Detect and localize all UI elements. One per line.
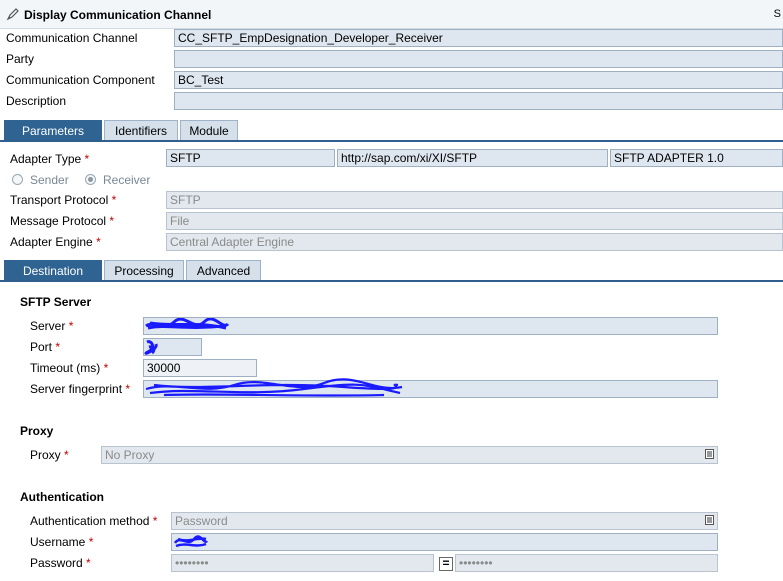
adapter-type-label: Adapter Type * [10, 152, 90, 166]
port-label: Port * [30, 340, 61, 354]
tab-parameters[interactable]: Parameters [4, 120, 102, 140]
receiver-label: Receiver [103, 173, 151, 187]
channel-field[interactable]: CC_SFTP_EmpDesignation_Developer_Receive… [174, 29, 783, 47]
edit-channel-icon [6, 8, 19, 21]
receiver-radio[interactable] [85, 174, 96, 185]
auth-heading: Authentication [20, 490, 104, 504]
transport-field[interactable]: SFTP [166, 191, 783, 209]
sub-tabstrip-line [0, 280, 783, 282]
dropdown-icon[interactable] [705, 515, 714, 525]
fingerprint-label: Server fingerprint * [30, 382, 131, 396]
dropdown-icon[interactable] [705, 449, 714, 459]
engine-field[interactable]: Central Adapter Engine [166, 233, 783, 251]
message-label: Message Protocol * [10, 214, 115, 228]
username-label: Username * [30, 535, 94, 549]
proxy-label: Proxy * [30, 448, 69, 462]
timeout-field[interactable]: 30000 [143, 359, 257, 377]
password-label: Password * [30, 556, 91, 570]
component-label: Communication Component [6, 73, 155, 87]
proxy-select[interactable]: No Proxy [101, 446, 718, 464]
sftp-heading: SFTP Server [20, 295, 92, 309]
component-field[interactable]: BC_Test [174, 71, 783, 89]
corner-letter: S [773, 8, 781, 20]
proxy-heading: Proxy [20, 424, 54, 438]
channel-label: Communication Channel [6, 31, 138, 45]
page-title: Display Communication Channel [24, 8, 212, 22]
proxy-select-value: No Proxy [105, 448, 155, 462]
sender-radio[interactable] [12, 174, 23, 185]
adapter-version-field[interactable]: SFTP ADAPTER 1.0 [610, 149, 783, 167]
tab-advanced[interactable]: Advanced [186, 260, 261, 280]
auth-method-select[interactable]: Password [171, 512, 718, 530]
description-label: Description [6, 94, 67, 108]
password-field[interactable]: •••••••• [171, 554, 434, 572]
party-field[interactable] [174, 50, 783, 68]
password-confirm-field[interactable]: •••••••• [455, 554, 718, 572]
description-field[interactable] [174, 92, 783, 110]
main-tabstrip-line [0, 140, 783, 142]
username-field[interactable] [171, 533, 718, 551]
message-field[interactable]: File [166, 212, 783, 230]
adapter-namespace-field[interactable]: http://sap.com/xi/XI/SFTP [337, 149, 608, 167]
tab-identifiers[interactable]: Identifiers [104, 120, 178, 140]
auth-method-label: Authentication method * [30, 514, 158, 528]
transport-label: Transport Protocol * [10, 193, 117, 207]
sender-label: Sender [30, 173, 69, 187]
server-label: Server * [30, 319, 74, 333]
tab-module[interactable]: Module [180, 120, 238, 140]
redaction-scribble-fingerprint [145, 378, 403, 397]
party-label: Party [6, 52, 35, 66]
timeout-label: Timeout (ms) * [30, 361, 109, 375]
tab-processing[interactable]: Processing [104, 260, 184, 280]
redaction-scribble-username [173, 535, 208, 548]
auth-method-value: Password [175, 514, 228, 528]
redaction-scribble-server [145, 318, 230, 330]
adapter-type-field[interactable]: SFTP [166, 149, 335, 167]
password-equals-sign: = [439, 557, 453, 571]
redaction-scribble-port [144, 340, 158, 355]
engine-label: Adapter Engine * [10, 235, 101, 249]
tab-destination[interactable]: Destination [4, 260, 102, 280]
